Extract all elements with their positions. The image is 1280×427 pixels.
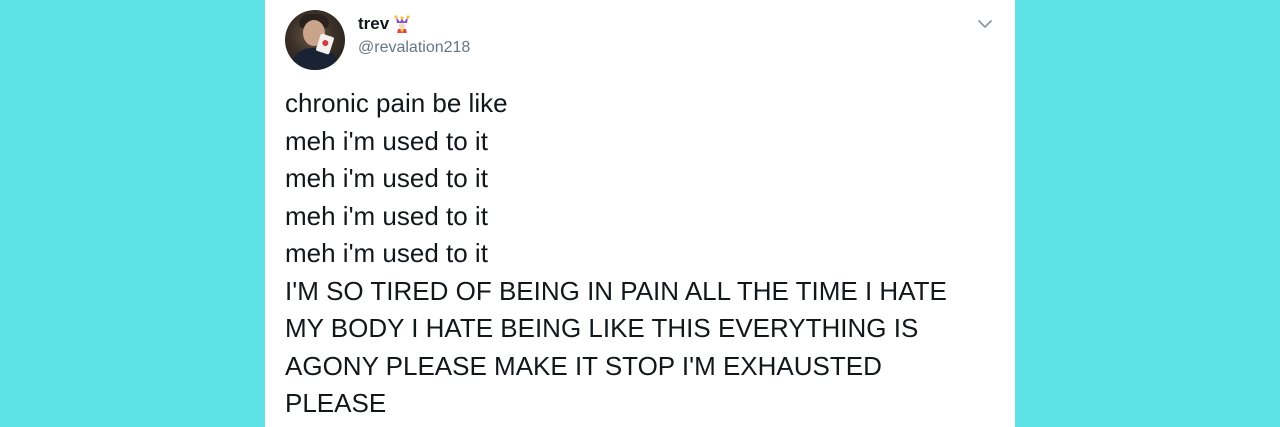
tweet-line: meh i'm used to it xyxy=(285,125,488,156)
tweet-card: trev @revalation218 chronic pain be like… xyxy=(265,0,1015,427)
chevron-down-icon[interactable] xyxy=(975,14,995,34)
avatar-shirt xyxy=(291,48,339,70)
tweet-line: meh i'm used to it xyxy=(285,200,488,231)
user-block: trev @revalation218 xyxy=(358,13,470,58)
display-name[interactable]: trev xyxy=(358,13,389,35)
tweet-line: chronic pain be like xyxy=(285,88,508,118)
user-handle[interactable]: @revalation218 xyxy=(358,38,470,58)
jester-icon xyxy=(392,14,412,34)
tweet-line: meh i'm used to it xyxy=(285,238,488,268)
tweet-text: chronic pain be like meh i'm used to it … xyxy=(285,85,985,423)
tweet-line: meh i'm used to it xyxy=(285,163,488,193)
tweet-final-paragraph: I'M SO TIRED OF BEING IN PAIN ALL THE TI… xyxy=(285,275,947,419)
display-name-row: trev xyxy=(358,13,470,35)
avatar[interactable] xyxy=(285,10,345,70)
